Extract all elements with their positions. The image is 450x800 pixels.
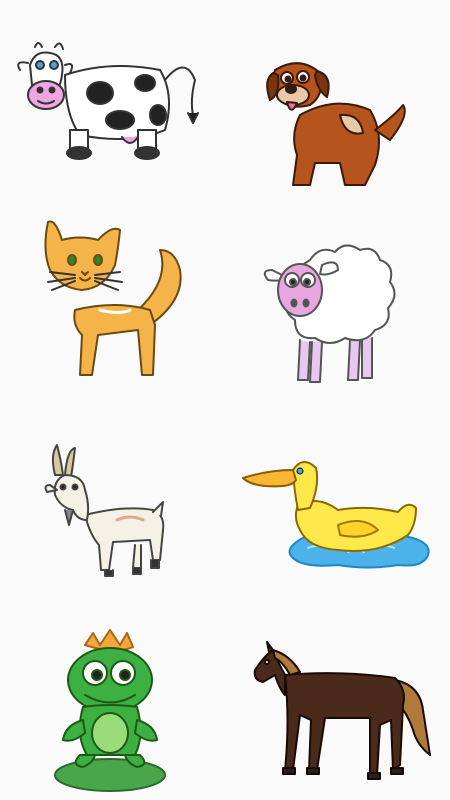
sheep-icon [263, 244, 396, 383]
animal-grid [0, 0, 450, 800]
horse-icon [253, 641, 431, 780]
horse-card[interactable] [245, 630, 445, 800]
goat-card[interactable] [35, 430, 235, 600]
cat-card[interactable] [20, 210, 220, 380]
duck-card[interactable] [238, 430, 438, 600]
sheep-card[interactable] [250, 230, 450, 400]
duck-icon [242, 461, 430, 569]
goat-icon [44, 444, 165, 577]
frog-card[interactable] [25, 625, 225, 795]
cow-card[interactable] [10, 35, 210, 205]
cat-icon [44, 220, 182, 376]
cow-icon [17, 42, 199, 160]
dog-card[interactable] [245, 45, 445, 215]
dog-icon [266, 62, 406, 186]
frog-with-crown-icon [54, 629, 166, 792]
